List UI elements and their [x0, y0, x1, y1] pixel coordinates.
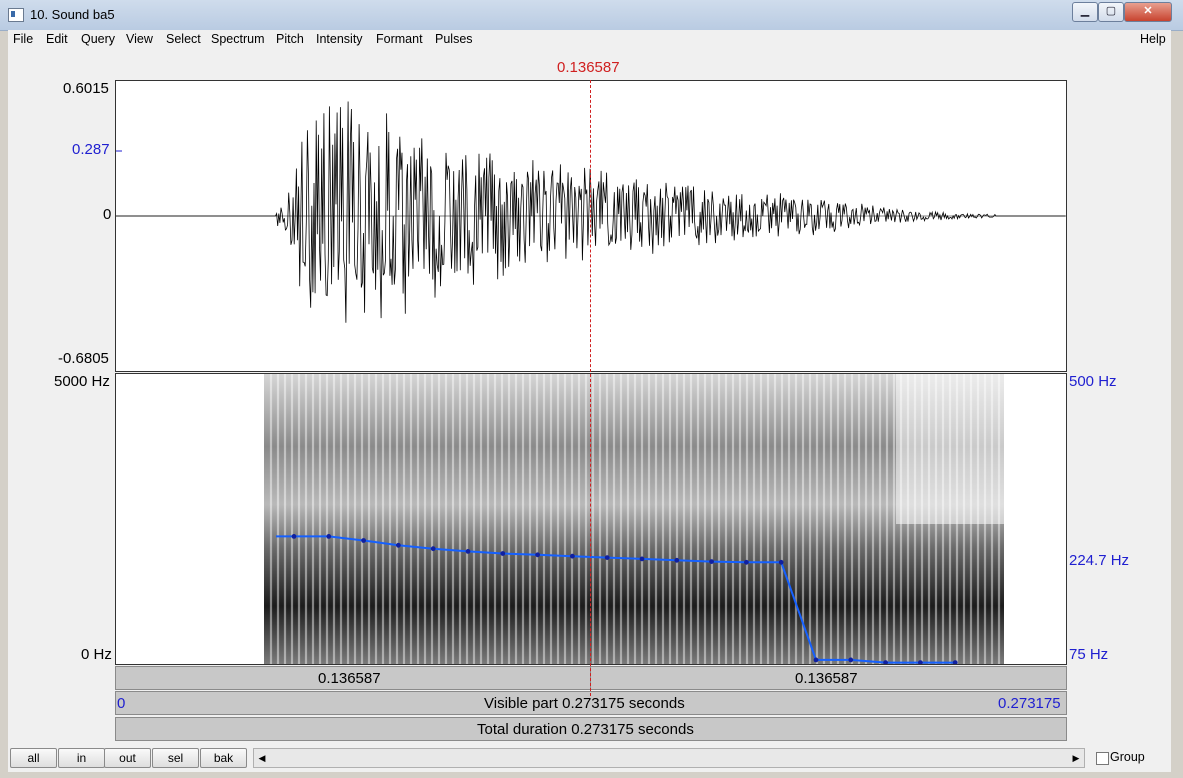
- zoom-back-button[interactable]: bak: [200, 748, 247, 768]
- waveform-ymax: 0.6015: [63, 80, 109, 97]
- window-title: 10. Sound ba5: [30, 7, 115, 22]
- pitch-point-2: [361, 538, 366, 543]
- waveform-ymin: -0.6805: [58, 350, 109, 367]
- waveform-yzero: 0: [103, 206, 112, 223]
- menu-edit[interactable]: Edit: [46, 32, 68, 46]
- minimize-button[interactable]: ▁: [1072, 2, 1098, 22]
- menu-file[interactable]: File: [13, 32, 33, 46]
- pitch-max-label: 500 Hz: [1069, 373, 1117, 390]
- menu-pitch[interactable]: Pitch: [276, 32, 304, 46]
- pitch-point-16: [848, 657, 854, 663]
- pitch-min-label: 75 Hz: [1069, 646, 1109, 663]
- pitch-point-11: [674, 557, 680, 563]
- menu-view[interactable]: View: [126, 32, 153, 46]
- spectrogram-fade: [896, 374, 1006, 524]
- pitch-point-5: [465, 549, 471, 554]
- close-button[interactable]: ✕: [1124, 2, 1172, 22]
- pitch-cursor-label: 224.7 Hz: [1069, 552, 1130, 569]
- cursor-time-label: 0.136587: [557, 59, 620, 76]
- zoom-out-button[interactable]: out: [104, 748, 151, 768]
- pitch-point-13: [744, 559, 749, 565]
- maximize-button[interactable]: ▢: [1098, 2, 1124, 22]
- bottom-toolbar: all in out sel bak ◀ ▶ Group: [8, 742, 1171, 772]
- menu-formant[interactable]: Formant: [376, 32, 423, 46]
- left-segment-duration: 0.136587: [318, 670, 381, 687]
- menu-bar: File Edit Query View Select Spectrum Pit…: [8, 30, 1171, 50]
- waveform-panel[interactable]: [115, 80, 1067, 372]
- menu-query[interactable]: Query: [81, 32, 115, 46]
- title-bar: 10. Sound ba5 ▁ ▢ ✕: [0, 0, 1183, 31]
- menu-pulses[interactable]: Pulses: [435, 32, 473, 46]
- spectrogram-panel[interactable]: [115, 373, 1067, 665]
- right-segment-duration: 0.136587: [795, 670, 858, 687]
- zoom-in-button[interactable]: in: [58, 748, 105, 768]
- pitch-point-14: [778, 559, 784, 565]
- app-icon: [8, 8, 24, 22]
- visible-part-label: Visible part 0.273175 seconds: [484, 695, 685, 712]
- spectrogram-fmax: 5000 Hz: [54, 373, 110, 390]
- visible-end-time: 0.273175: [998, 695, 1061, 712]
- pitch-point-15: [813, 657, 819, 663]
- time-scrollbar[interactable]: ◀ ▶: [253, 748, 1085, 768]
- pitch-point-3: [396, 542, 401, 548]
- pitch-point-9: [604, 555, 610, 560]
- total-duration-label: Total duration 0.273175 seconds: [477, 721, 694, 738]
- menu-help[interactable]: Help: [1140, 32, 1166, 46]
- pitch-point-0: [291, 534, 297, 539]
- pitch-point-7: [535, 552, 540, 558]
- menu-spectrum[interactable]: Spectrum: [211, 32, 265, 46]
- zoom-selection-button[interactable]: sel: [152, 748, 199, 768]
- menu-select[interactable]: Select: [166, 32, 201, 46]
- group-label: Group: [1110, 750, 1145, 764]
- pitch-point-6: [500, 551, 506, 556]
- group-checkbox[interactable]: [1096, 752, 1109, 765]
- zoom-all-button[interactable]: all: [10, 748, 57, 768]
- scroll-right-icon[interactable]: ▶: [1068, 749, 1084, 767]
- cursor-line: [590, 80, 591, 696]
- pitch-point-12: [709, 559, 714, 564]
- pitch-point-8: [570, 553, 575, 559]
- waveform-ycursor: 0.287: [72, 141, 110, 158]
- spectrogram-fmin: 0 Hz: [81, 646, 112, 663]
- waveform-plot: [116, 101, 1066, 323]
- menu-intensity[interactable]: Intensity: [316, 32, 363, 46]
- pitch-point-1: [326, 534, 332, 539]
- pitch-point-10: [639, 556, 645, 562]
- scroll-left-icon[interactable]: ◀: [254, 749, 270, 767]
- visible-start-time: 0: [117, 695, 126, 712]
- pitch-point-4: [430, 546, 436, 552]
- editor-area: 0.136587 0.6015 0.287 0 -0.6805 5000 Hz …: [8, 50, 1171, 742]
- spectrogram-plot: [264, 374, 1006, 664]
